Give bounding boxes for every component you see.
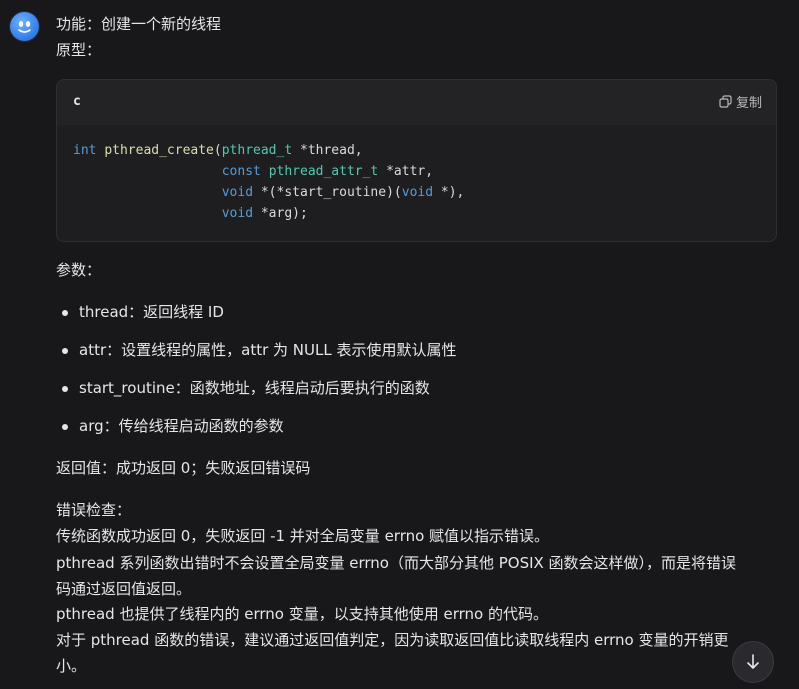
code-token: const xyxy=(221,164,261,179)
code-token: *), xyxy=(433,185,465,200)
list-bullet xyxy=(62,310,68,316)
code-token: void xyxy=(401,185,434,200)
list-bullet xyxy=(62,386,68,392)
function-line: 功能：创建一个新的线程 xyxy=(56,15,222,33)
params-label: 参数： xyxy=(56,261,102,279)
code-line: void *arg); xyxy=(73,203,464,224)
error-check-label: 错误检查： xyxy=(56,501,132,519)
code-content: int pthread_create(pthread_t *thread, co… xyxy=(73,140,464,224)
code-token: *attr, xyxy=(378,164,434,179)
code-token: pthread_create xyxy=(104,143,214,158)
error-line: 对于 pthread 函数的错误，建议通过返回值判定，因为读取返回值比读取线程内… xyxy=(56,631,729,649)
code-token: int xyxy=(73,143,97,158)
code-token: void xyxy=(221,185,254,200)
list-item: attr：设置线程的属性，attr 为 NULL 表示使用默认属性 xyxy=(79,341,457,359)
error-line: pthread 系列函数出错时不会设置全局变量 errno（而大部分其他 POS… xyxy=(56,554,737,572)
list-item: start_routine：函数地址，线程启动后要执行的函数 xyxy=(79,379,430,397)
code-token: *arg); xyxy=(253,206,308,221)
list-item: thread：返回线程 ID xyxy=(79,303,224,321)
scroll-to-bottom-button[interactable] xyxy=(732,641,774,683)
code-line: int pthread_create(pthread_t *thread, xyxy=(73,140,464,161)
error-line: pthread 也提供了线程内的 errno 变量，以支持其他使用 errno … xyxy=(56,605,548,623)
list-bullet xyxy=(62,348,68,354)
return-value-line: 返回值：成功返回 0；失败返回错误码 xyxy=(56,459,311,477)
prototype-label: 原型： xyxy=(56,41,102,59)
copy-icon xyxy=(719,95,732,108)
code-line: const pthread_attr_t *attr, xyxy=(73,161,464,182)
code-token: *thread, xyxy=(292,143,363,158)
assistant-avatar-icon xyxy=(18,21,31,33)
code-token: void xyxy=(221,206,254,221)
error-line: 码通过返回值返回。 xyxy=(56,580,192,598)
error-line: 小。 xyxy=(56,657,87,675)
code-token: ( xyxy=(213,143,222,158)
code-line: void *(*start_routine)(void *), xyxy=(73,182,465,203)
code-token: pthread_t xyxy=(221,143,293,158)
arrow-down-icon xyxy=(747,654,759,669)
code-language: c xyxy=(73,94,81,109)
list-bullet xyxy=(62,424,68,430)
code-token: pthread_attr_t xyxy=(268,164,379,179)
copy-label: 复制 xyxy=(735,96,762,111)
assistant-avatar xyxy=(10,12,39,41)
code-header: c 复制 xyxy=(57,80,776,125)
list-item: arg：传给线程启动函数的参数 xyxy=(79,417,284,435)
error-line: 传统函数成功返回 0，失败返回 -1 并对全局变量 errno 赋值以指示错误。 xyxy=(56,527,550,545)
code-block: c 复制 int pthread_create(pthread_t *threa… xyxy=(56,79,777,242)
code-token: *(*start_routine)( xyxy=(253,185,402,200)
copy-button[interactable]: 复制 xyxy=(719,92,762,111)
